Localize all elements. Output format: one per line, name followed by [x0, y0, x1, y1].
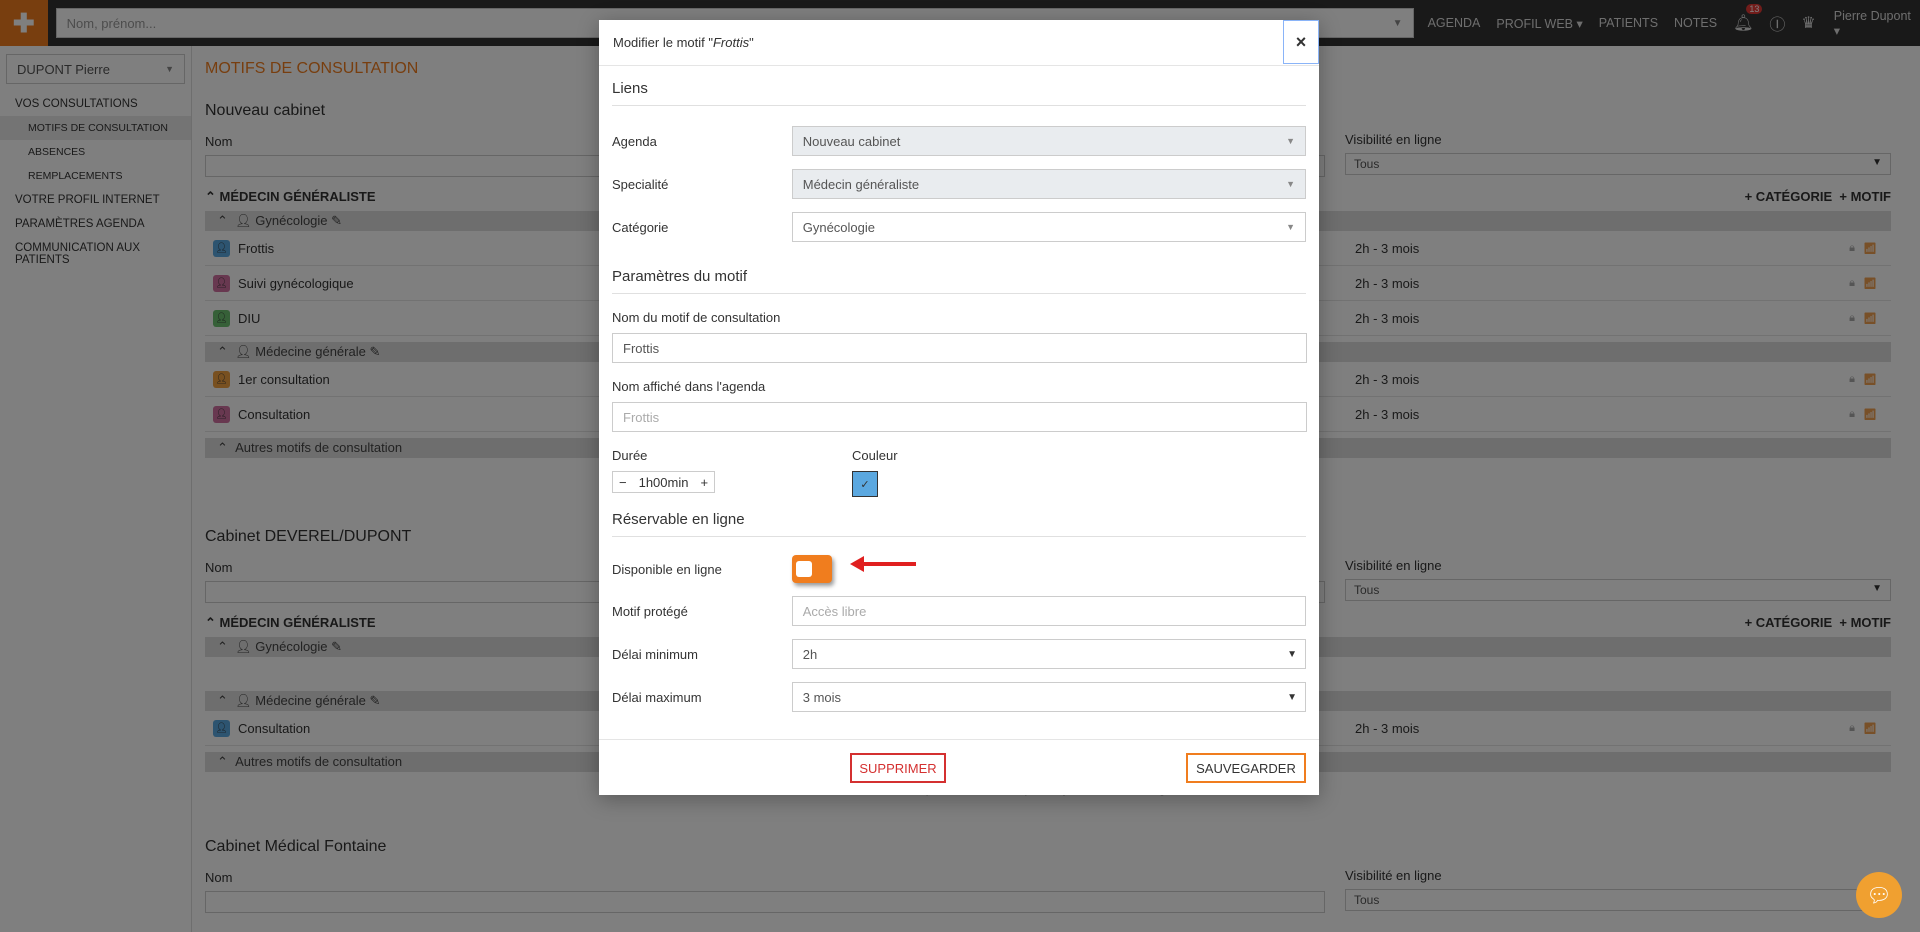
available-online-toggle[interactable] — [792, 555, 832, 583]
delete-button[interactable]: SUPPRIMER — [850, 753, 946, 783]
section-links: Liens — [612, 80, 1306, 106]
chevron-down-icon: ▼ — [1286, 136, 1295, 146]
chat-icon[interactable]: 💬︎ — [1856, 872, 1902, 918]
chevron-down-icon: ▼ — [1286, 222, 1295, 232]
chevron-down-icon: ▼ — [1287, 648, 1297, 660]
available-label: Disponible en ligne — [612, 561, 722, 577]
close-button[interactable]: × — [1283, 20, 1319, 64]
chevron-down-icon: ▼ — [1286, 179, 1295, 189]
protected-label: Motif protégé — [612, 603, 688, 619]
motif-name-label: Nom du motif de consultation — [612, 310, 781, 325]
min-delay-select[interactable]: 2h ▼ — [791, 639, 1306, 669]
red-arrow-annotation — [850, 556, 916, 572]
modal-header: Modifier le motif "Frottis" × — [599, 20, 1319, 66]
category-select[interactable]: Gynécologie ▼ — [791, 212, 1306, 242]
color-swatch[interactable]: ✓ — [852, 471, 878, 497]
modal-footer: SUPPRIMER SAUVEGARDER — [599, 739, 1319, 795]
specialty-label: Specialité — [612, 176, 669, 192]
edit-motif-modal: Modifier le motif "Frottis" × Liens Agen… — [599, 20, 1319, 795]
specialty-select[interactable]: Médecin généraliste ▼ — [791, 169, 1306, 199]
modal-title: Modifier le motif "Frottis" — [613, 35, 754, 50]
max-delay-label: Délai maximum — [612, 689, 702, 705]
min-delay-label: Délai minimum — [612, 646, 698, 662]
agenda-name-input[interactable]: Frottis — [612, 402, 1307, 432]
max-delay-select[interactable]: 3 mois ▼ — [791, 682, 1306, 712]
plus-button[interactable]: + — [694, 475, 714, 490]
motif-name-input[interactable]: Frottis — [612, 333, 1307, 363]
duration-value: 1h00min — [638, 474, 689, 490]
pencil-icon: ✓ — [860, 478, 870, 491]
color-label: Couleur — [852, 448, 898, 463]
chevron-down-icon: ▼ — [1287, 691, 1297, 703]
agenda-select[interactable]: Nouveau cabinet ▼ — [791, 126, 1306, 156]
category-label: Catégorie — [612, 219, 669, 235]
agenda-label: Agenda — [612, 133, 657, 149]
agenda-name-label: Nom affiché dans l'agenda — [612, 379, 766, 394]
section-params: Paramètres du motif — [612, 268, 1306, 294]
section-online: Réservable en ligne — [612, 511, 1306, 537]
protected-input[interactable]: Accès libre — [791, 596, 1306, 626]
duration-stepper[interactable]: − 1h00min + — [612, 471, 716, 493]
save-button[interactable]: SAUVEGARDER — [1186, 753, 1306, 783]
duration-label: Durée — [612, 448, 648, 463]
minus-button[interactable]: − — [613, 475, 633, 490]
